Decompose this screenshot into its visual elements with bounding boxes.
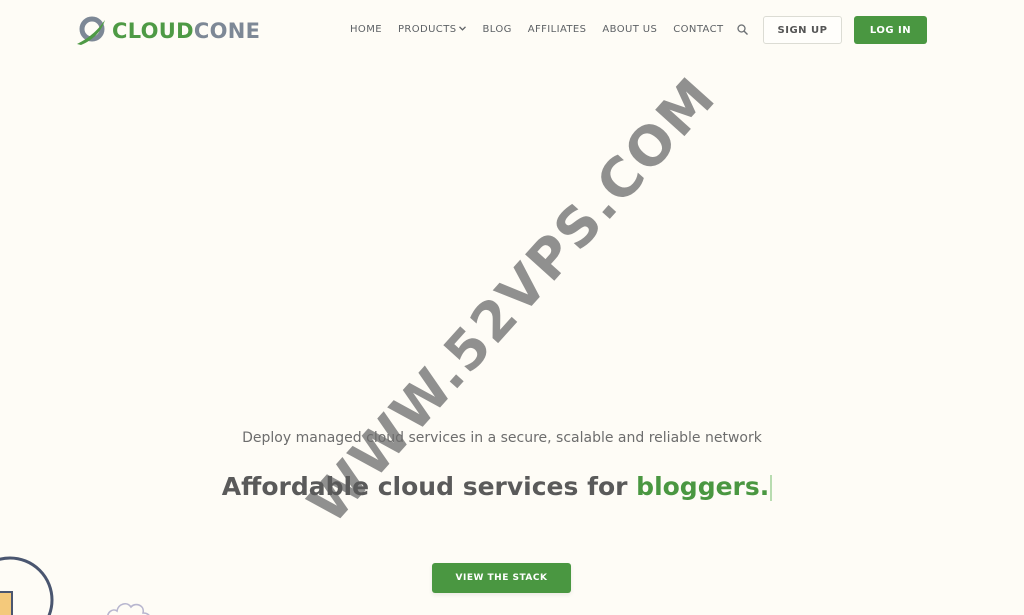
- nav-item-label: HOME: [350, 23, 382, 35]
- logo[interactable]: CLOUDCONE: [75, 13, 260, 49]
- main-nav: HOME PRODUCTS BLOG AFFILIATES ABOUT US C…: [350, 20, 740, 38]
- site-header: CLOUDCONE HOME PRODUCTS BLOG AFFILIATES …: [0, 0, 1024, 60]
- hero-headline-prefix: Affordable cloud services for: [221, 472, 637, 501]
- hero-headline-accent: bloggers.: [636, 472, 770, 501]
- hero-headline: Affordable cloud services for bloggers.: [0, 472, 994, 501]
- logo-text-cone: CONE: [193, 19, 261, 43]
- logo-text: CLOUDCONE: [112, 19, 260, 43]
- log-in-button[interactable]: LOG IN: [854, 16, 927, 44]
- cloud-illustration-icon: [107, 602, 150, 615]
- nav-item-label: BLOG: [482, 23, 512, 35]
- nav-item-about-us[interactable]: ABOUT US: [602, 20, 657, 38]
- logo-text-cloud: CLOUD: [112, 19, 194, 43]
- view-the-stack-button[interactable]: VIEW THE STACK: [432, 563, 571, 593]
- chevron-down-icon: [459, 24, 467, 33]
- nav-item-label: AFFILIATES: [527, 23, 587, 35]
- search-icon[interactable]: [736, 23, 750, 37]
- nav-item-contact[interactable]: CONTACT: [673, 20, 723, 38]
- decorative-circle-illustration: [0, 556, 54, 615]
- watermark-text: WWW.52VPS.COM: [295, 64, 729, 536]
- page: CLOUDCONE HOME PRODUCTS BLOG AFFILIATES …: [0, 0, 1024, 615]
- typing-cursor: [770, 475, 773, 501]
- sign-up-button[interactable]: SIGN UP: [763, 16, 842, 44]
- nav-item-blog[interactable]: BLOG: [482, 20, 511, 38]
- nav-item-label: CONTACT: [673, 23, 724, 35]
- cloudcone-logo-icon: [77, 16, 105, 45]
- nav-item-products[interactable]: PRODUCTS: [398, 20, 467, 38]
- nav-item-label: ABOUT US: [602, 23, 658, 35]
- nav-item-home[interactable]: HOME: [350, 20, 382, 38]
- nav-item-affiliates[interactable]: AFFILIATES: [528, 20, 587, 38]
- hero-subtitle: Deploy managed cloud services in a secur…: [242, 430, 762, 446]
- nav-item-label: PRODUCTS: [397, 23, 457, 35]
